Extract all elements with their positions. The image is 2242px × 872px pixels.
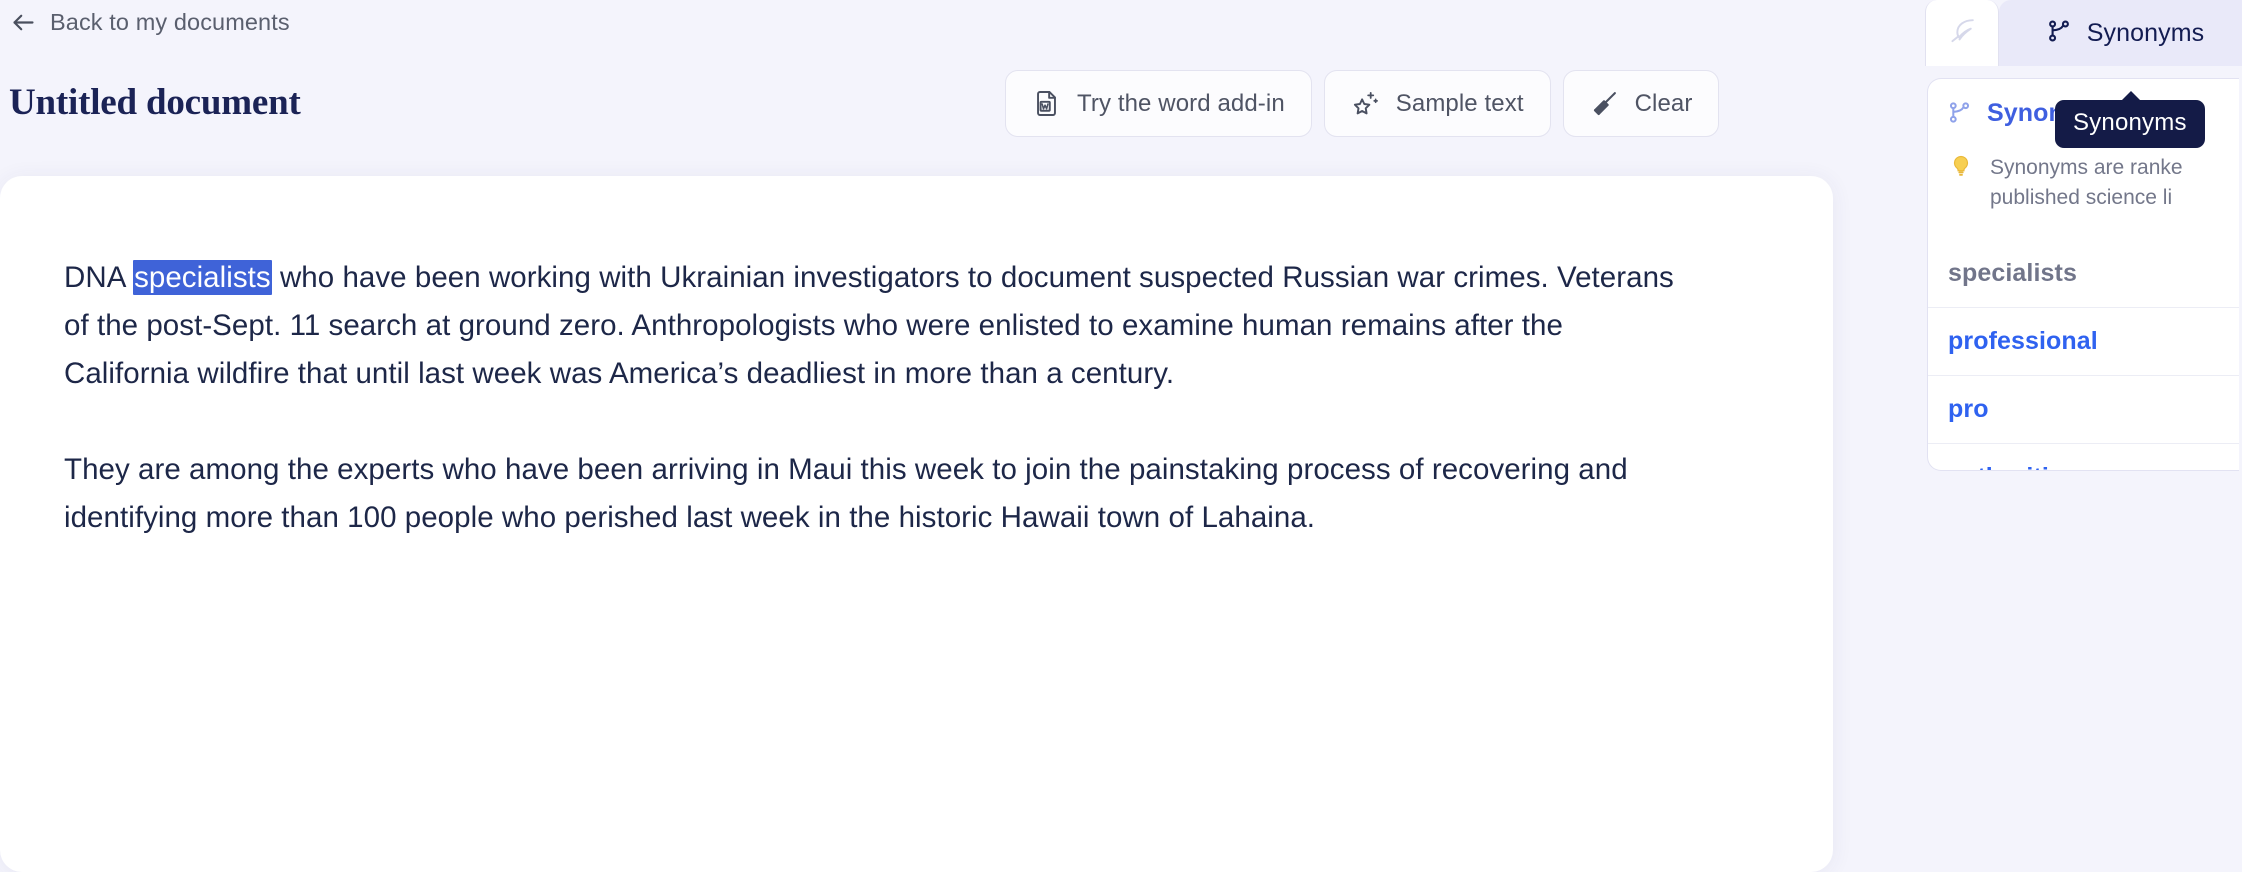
page-title: Untitled document [9, 82, 301, 123]
synonyms-branch-icon [2045, 17, 2073, 50]
list-item[interactable]: pro [1928, 375, 2239, 443]
paragraph-1: DNA specialists who have been working wi… [64, 254, 1674, 398]
clear-button[interactable]: Clear [1562, 70, 1720, 137]
synonym-word: authorities [1948, 463, 2077, 470]
arrow-left-icon [10, 9, 37, 36]
document-card: DNA specialists who have been working wi… [0, 176, 1833, 872]
paragraph-1-before: DNA [64, 261, 134, 294]
synonyms-tooltip: Synonyms [2055, 91, 2205, 148]
paragraph-2: They are among the experts who have been… [64, 453, 1628, 534]
tip-line-1: Synonyms are ranke [1990, 156, 2183, 179]
lightbulb-icon [1948, 153, 1974, 184]
sample-text-label: Sample text [1395, 89, 1524, 117]
sidebar-tabs: Synonyms [1925, 0, 2242, 66]
tip-line-2: published science li [1990, 186, 2173, 209]
back-label: Back to my documents [50, 9, 290, 35]
synonyms-list: specialists professional pro authorities [1928, 239, 2239, 470]
back-to-documents-link[interactable]: Back to my documents [10, 9, 290, 36]
tab-writing-assistant[interactable] [1925, 0, 1999, 66]
sparkle-star-icon [1351, 89, 1380, 118]
editor-toolbar: Try the word add-in Sample text Clear [1005, 70, 1720, 137]
synonym-word: pro [1948, 395, 1989, 423]
synonyms-branch-icon [1946, 99, 1973, 131]
synonym-word: professional [1948, 327, 2098, 355]
editor-column: Back to my documents Untitled document T… [0, 0, 1925, 872]
try-word-addin-button[interactable]: Try the word add-in [1005, 70, 1312, 137]
list-item[interactable]: professional [1928, 307, 2239, 375]
word-document-icon [1032, 89, 1061, 118]
synonyms-tip-text: Synonyms are ranke published science li [1990, 153, 2183, 213]
broom-icon [1590, 89, 1619, 118]
paragraph-1-after: who have been working with Ukrainian inv… [64, 261, 1674, 390]
list-item[interactable]: authorities [1928, 443, 2239, 470]
document-editor[interactable]: DNA specialists who have been working wi… [64, 254, 1753, 542]
tab-synonyms-label: Synonyms [2086, 18, 2205, 47]
list-item[interactable]: specialists [1928, 239, 2239, 307]
quill-feather-icon [1947, 15, 1978, 51]
clear-label: Clear [1634, 89, 1693, 117]
sample-text-button[interactable]: Sample text [1323, 70, 1551, 137]
synonym-word: specialists [1948, 258, 2077, 287]
tab-synonyms[interactable]: Synonyms [1999, 0, 2242, 66]
try-word-addin-label: Try the word add-in [1077, 89, 1285, 117]
selected-word[interactable]: specialists [133, 260, 272, 295]
app-root: Back to my documents Untitled document T… [0, 0, 2242, 872]
